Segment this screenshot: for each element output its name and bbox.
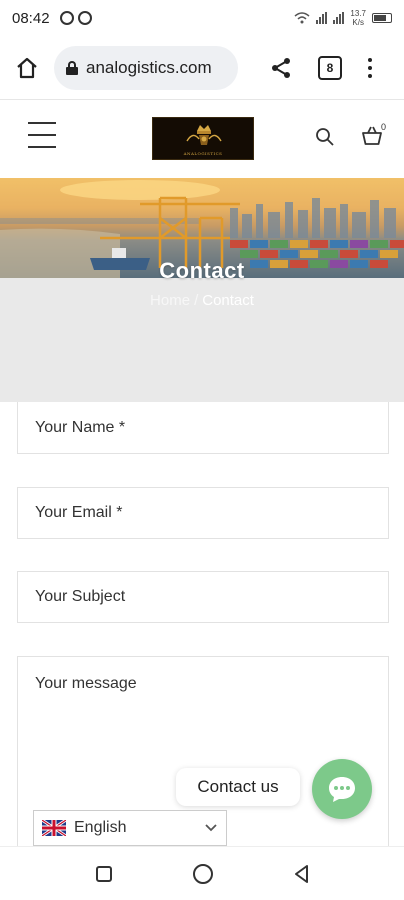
search-button[interactable] — [314, 126, 336, 148]
net-speed-value: 13.7 — [350, 9, 366, 18]
breadcrumb: Home / Contact — [0, 292, 404, 309]
breadcrumb-home-link[interactable]: Home — [150, 292, 190, 309]
status-left: 08:42 — [12, 10, 92, 27]
name-field-placeholder: Your Name * — [35, 418, 126, 436]
name-field[interactable]: Your Name * — [17, 402, 389, 454]
subject-field-placeholder: Your Subject — [35, 588, 126, 605]
cart-count-badge: 0 — [381, 122, 387, 132]
sync-icon — [77, 11, 92, 25]
address-bar[interactable]: analogistics.com — [54, 45, 238, 90]
chevron-down-icon — [205, 824, 217, 832]
status-time: 08:42 — [12, 9, 50, 27]
uk-flag-icon — [42, 820, 66, 836]
wifi-icon — [294, 12, 310, 24]
tab-switcher-button[interactable]: 8 — [318, 55, 342, 80]
contact-us-label[interactable]: Contact us — [176, 768, 300, 806]
system-home-icon[interactable] — [193, 864, 213, 884]
status-bar: 08:42 13.7 K/s — [0, 0, 404, 36]
breadcrumb-separator: / — [194, 292, 199, 309]
address-bar-url: analogistics.com — [86, 57, 212, 77]
message-field-placeholder: Your message — [35, 675, 137, 692]
signal-icon-2 — [333, 12, 345, 24]
logo-wordmark: ANALOGISTICS — [183, 151, 223, 156]
email-field[interactable]: Your Email * — [17, 487, 389, 539]
back-icon[interactable] — [292, 864, 312, 884]
status-right: 13.7 K/s — [294, 9, 392, 27]
battery-icon — [372, 13, 392, 23]
breadcrumb-current: Contact — [202, 292, 254, 309]
chat-bubble-icon — [329, 777, 355, 802]
whatsapp-icon — [59, 11, 74, 25]
home-icon — [17, 57, 37, 78]
share-icon — [272, 57, 290, 78]
search-icon — [316, 128, 334, 146]
cart-button[interactable]: 0 — [360, 122, 390, 150]
recent-apps-icon[interactable] — [96, 866, 112, 882]
signal-icon — [316, 12, 328, 24]
email-field-placeholder: Your Email * — [35, 504, 123, 521]
page-title: Contact — [159, 258, 245, 283]
hamburger-menu-icon[interactable] — [28, 122, 56, 148]
contact-us-button[interactable] — [312, 759, 372, 819]
subject-field[interactable]: Your Subject — [17, 571, 389, 623]
crown-crest-icon — [186, 125, 222, 145]
net-speed-unit: K/s — [352, 18, 364, 27]
language-selected: English — [74, 819, 127, 836]
system-nav-bar — [0, 846, 404, 900]
browser-menu-button[interactable] — [364, 56, 376, 80]
lock-icon — [66, 60, 78, 75]
site-logo[interactable]: ANALOGISTICS — [152, 117, 254, 160]
browser-home-button[interactable] — [12, 53, 42, 83]
language-selector[interactable]: English — [33, 810, 227, 846]
net-speed: 13.7 K/s — [350, 9, 366, 27]
site-header: ANALOGISTICS 0 — [0, 100, 404, 178]
share-button[interactable] — [268, 55, 294, 81]
browser-toolbar: analogistics.com 8 — [0, 36, 404, 100]
